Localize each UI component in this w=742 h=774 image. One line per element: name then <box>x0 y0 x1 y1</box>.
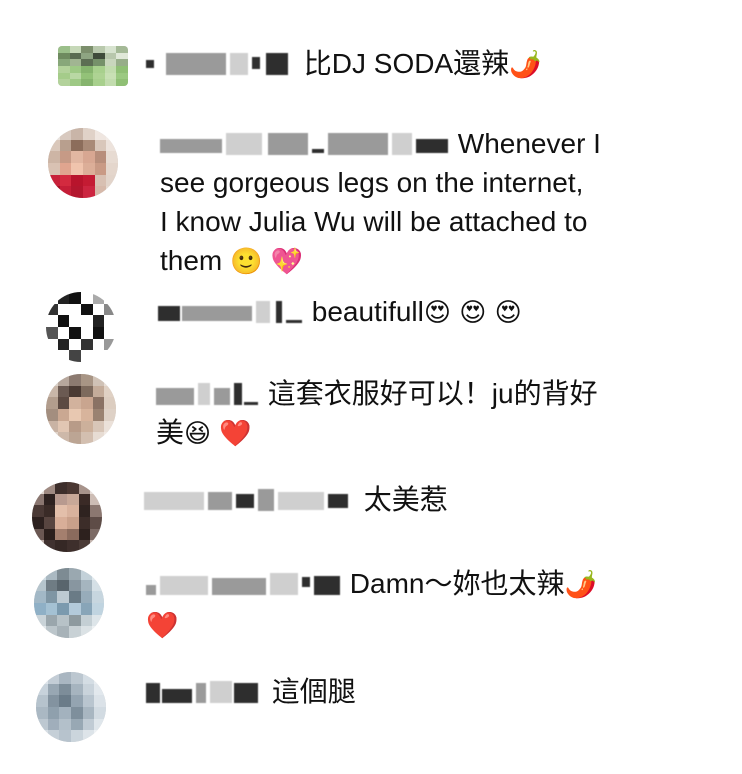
chili-pepper-icon: 🌶️ <box>564 570 597 600</box>
comment-item: 這個腿 <box>0 664 742 748</box>
comment-item: Damn～妳也太辣🌶️ ❤️ <box>0 562 742 646</box>
comment-item: Whenever I see gorgeous legs on the inte… <box>0 122 742 282</box>
avatar[interactable] <box>34 568 104 638</box>
comment-body: 比DJ SODA還辣🌶️ <box>146 44 542 85</box>
comment-text-line-2: see gorgeous legs on the internet, <box>160 167 584 198</box>
smile-heart-emoji-icon: 🙂 💖 <box>230 247 304 277</box>
comment-body: 太美惹 <box>144 480 448 519</box>
avatar[interactable] <box>48 128 118 198</box>
avatar[interactable] <box>46 292 116 362</box>
comment-text-line-4: them <box>160 245 223 276</box>
comment-text-line-2: 美 <box>156 417 185 448</box>
chili-pepper-icon: 🌶️ <box>509 50 542 80</box>
comment-username[interactable] <box>160 132 450 155</box>
comment-item: beautifull😍 😍 😍 <box>0 290 742 362</box>
red-heart-icon: ❤️ <box>146 611 179 641</box>
comment-username[interactable] <box>156 382 260 405</box>
comment-body: 這套衣服好可以！ju的背好 美😆 ❤️ <box>156 374 598 454</box>
comment-username[interactable] <box>158 300 304 323</box>
comment-item: 太美惹 <box>0 478 742 552</box>
comment-text: 這個腿 <box>271 676 356 707</box>
comment-text-line-1: 這套衣服好可以！ju的背好 <box>267 378 598 409</box>
comment-text-line-1: Whenever I <box>457 128 601 159</box>
comment-text: beautifull <box>311 296 424 327</box>
avatar[interactable] <box>58 46 128 86</box>
comment-username[interactable] <box>146 572 342 595</box>
comment-text: 比DJ SODA還辣 <box>303 48 510 79</box>
comment-body: Whenever I see gorgeous legs on the inte… <box>160 124 601 282</box>
comment-body: beautifull😍 😍 😍 <box>158 292 522 333</box>
laughing-heart-emoji-icon: 😆 ❤️ <box>184 419 252 449</box>
comment-username[interactable] <box>146 52 296 75</box>
comment-username[interactable] <box>144 488 356 511</box>
avatar[interactable] <box>46 374 116 444</box>
comment-username[interactable] <box>146 680 264 703</box>
comment-text: 太美惹 <box>363 484 448 515</box>
comment-item: 這套衣服好可以！ju的背好 美😆 ❤️ <box>0 372 742 458</box>
avatar[interactable] <box>36 672 106 742</box>
comment-body: Damn～妳也太辣🌶️ ❤️ <box>146 564 597 646</box>
heart-eyes-emoji-icon: 😍 😍 😍 <box>423 298 522 328</box>
comment-text: Damn～妳也太辣 <box>349 568 565 599</box>
comment-item: 比DJ SODA還辣🌶️ <box>0 40 742 90</box>
avatar[interactable] <box>32 482 102 552</box>
comment-body: 這個腿 <box>146 672 356 711</box>
comment-text-line-3: I know Julia Wu will be attached to <box>160 206 588 237</box>
